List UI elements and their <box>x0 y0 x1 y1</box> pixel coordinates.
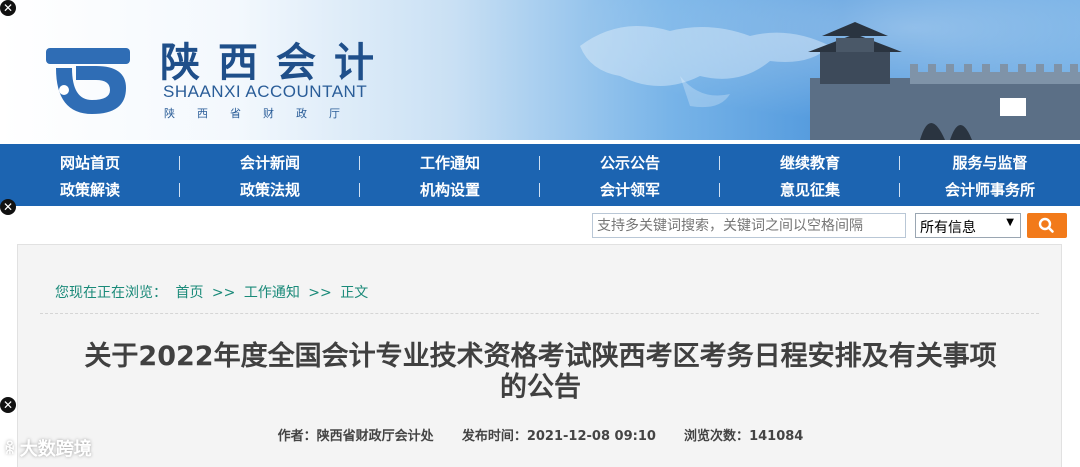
article-title-line-2: 的公告 <box>500 372 581 403</box>
nav-row-1: 网站首页 会计新闻 工作通知 公示公告 继续教育 服务与监督 <box>0 149 1080 177</box>
logo-english-name: SHAANXI ACCOUNTANT <box>163 82 368 101</box>
breadcrumb-separator: >> <box>211 285 236 301</box>
nav-item-accounting-news[interactable]: 会计新闻 <box>180 149 360 177</box>
breadcrumb-home-link[interactable]: 首页 <box>175 285 203 301</box>
search-icon <box>1038 217 1054 233</box>
site-banner: 陕西会计 SHAANXI ACCOUNTANT 陕西省财政厅 <box>0 0 1080 140</box>
chevron-down-icon: ▼ <box>1006 217 1014 228</box>
view-count-label: 浏览次数： <box>684 429 750 444</box>
nav-item-policy-interpretation[interactable]: 政策解读 <box>0 176 180 204</box>
publish-time-value: 2021-12-08 09:10 <box>526 429 656 444</box>
author-info: 作者：陕西省财政厅会计处 <box>278 429 434 444</box>
view-count: 浏览次数：141084 <box>684 429 803 444</box>
article-panel: 您现在正在浏览： 首页 >> 工作通知 >> 正文 关于2022年度全国会计专业… <box>17 244 1062 467</box>
close-icon[interactable]: ✕ <box>0 397 16 413</box>
nav-item-work-notices[interactable]: 工作通知 <box>360 149 540 177</box>
breadcrumb: 您现在正在浏览： 首页 >> 工作通知 >> 正文 <box>55 282 372 302</box>
article-title: 关于2022年度全国会计专业技术资格考试陕西考区考务日程安排及有关事项 的公告 <box>18 341 1063 403</box>
nav-item-home[interactable]: 网站首页 <box>0 149 180 177</box>
city-wall-tower-graphic <box>808 22 1080 140</box>
publish-time-label: 发布时间： <box>461 429 527 444</box>
accountant-logo-icon <box>46 48 130 114</box>
breadcrumb-section-link[interactable]: 工作通知 <box>244 285 300 301</box>
search-scope-value: 所有信息 <box>920 220 976 236</box>
breadcrumb-current: 正文 <box>340 285 369 301</box>
nav-item-opinion-collection[interactable]: 意见征集 <box>720 176 900 204</box>
author-value: 陕西省财政厅会计处 <box>316 429 434 444</box>
main-nav: 网站首页 会计新闻 工作通知 公示公告 继续教育 服务与监督 政策解读 政策法规… <box>0 144 1080 206</box>
divider <box>40 313 1039 314</box>
nav-item-service-supervision[interactable]: 服务与监督 <box>900 149 1080 177</box>
article-title-line-1: 关于2022年度全国会计专业技术资格考试陕西考区考务日程安排及有关事项 <box>84 341 997 372</box>
nav-item-accounting-leaders[interactable]: 会计领军 <box>540 176 720 204</box>
search-input[interactable] <box>592 213 906 238</box>
breadcrumb-separator: >> <box>308 285 332 301</box>
close-icon[interactable]: ✕ <box>0 199 16 215</box>
nav-item-continuing-education[interactable]: 继续教育 <box>720 149 900 177</box>
breadcrumb-prefix: 您现在正在浏览： <box>55 285 167 301</box>
close-icon[interactable]: ✕ <box>0 0 16 16</box>
publish-time: 发布时间：2021-12-08 09:10 <box>462 429 656 444</box>
author-label: 作者： <box>277 429 317 444</box>
article-meta: 作者：陕西省财政厅会计处 发布时间：2021-12-08 09:10 浏览次数：… <box>18 425 1063 444</box>
nav-item-organization[interactable]: 机构设置 <box>360 176 540 204</box>
logo-subtitle: 陕西省财政厅 <box>164 107 362 120</box>
nav-row-2: 政策解读 政策法规 机构设置 会计领军 意见征集 会计师事务所 <box>0 176 1080 204</box>
view-count-value: 141084 <box>749 429 804 444</box>
nav-item-accounting-firms[interactable]: 会计师事务所 <box>900 176 1080 204</box>
watermark-text: 大数跨境 <box>19 439 92 460</box>
nav-item-policies-regulations[interactable]: 政策法规 <box>180 176 360 204</box>
search-button[interactable] <box>1027 213 1067 238</box>
logo-chinese-name: 陕西会计 <box>160 39 392 86</box>
nav-item-announcements[interactable]: 公示公告 <box>540 149 720 177</box>
watermark: ꆜ 大数跨境 <box>4 433 92 463</box>
search-scope-select[interactable]: 所有信息 ▼ <box>915 213 1021 238</box>
watermark-logo-icon: ꆜ <box>4 440 16 458</box>
